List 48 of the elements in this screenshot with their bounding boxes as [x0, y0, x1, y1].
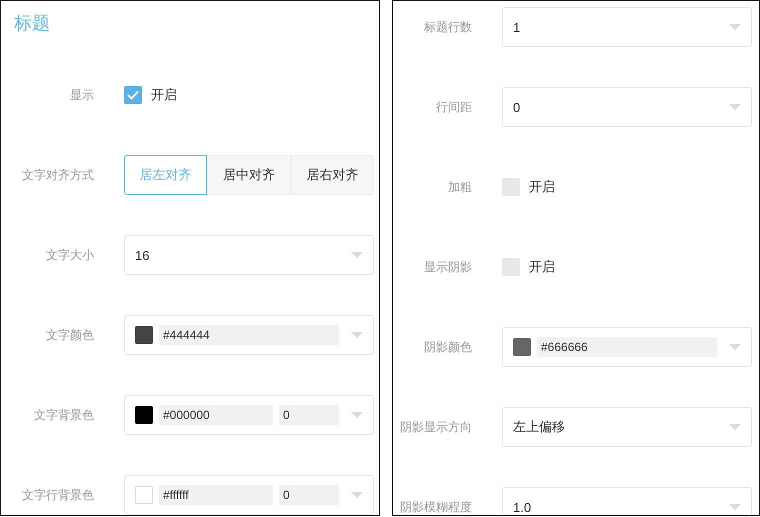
- hex-field[interactable]: #ffffff: [159, 485, 273, 505]
- caret-icon: [729, 424, 741, 430]
- color-picker[interactable]: #000000 0: [124, 395, 374, 435]
- caret-icon: [729, 504, 741, 510]
- field-label: 文字行背景色: [21, 486, 94, 504]
- checkbox[interactable]: [124, 86, 142, 104]
- color-picker[interactable]: #666666: [502, 327, 752, 367]
- caret-icon: [351, 492, 363, 498]
- opacity-field[interactable]: 0: [279, 405, 339, 425]
- caret-icon: [351, 252, 363, 258]
- field-label: 文字背景色: [33, 406, 94, 424]
- segment-option[interactable]: 居右对齐: [290, 155, 374, 195]
- hex-field[interactable]: #444444: [159, 325, 339, 345]
- dropdown[interactable]: 1.0: [502, 487, 752, 515]
- color-swatch[interactable]: [135, 486, 153, 504]
- field-label: 阴影显示方向: [399, 418, 472, 436]
- caret-icon: [729, 104, 741, 110]
- color-swatch[interactable]: [135, 326, 153, 344]
- caret-icon: [729, 24, 741, 30]
- segment-option[interactable]: 居中对齐: [207, 155, 291, 195]
- field-label: 行间距: [435, 98, 472, 116]
- caret-icon: [729, 344, 741, 350]
- dropdown[interactable]: 16: [124, 235, 374, 275]
- opacity-field[interactable]: 0: [279, 485, 339, 505]
- caret-icon: [351, 332, 363, 338]
- section-title: 标题: [13, 12, 51, 35]
- checkbox-label: 开启: [151, 86, 177, 104]
- dropdown[interactable]: 1: [502, 7, 752, 47]
- checkbox-label: 开启: [529, 258, 555, 276]
- field-label: 文字大小: [45, 246, 94, 264]
- color-picker[interactable]: #444444: [124, 315, 374, 355]
- hex-field[interactable]: #000000: [159, 405, 273, 425]
- field-label: 阴影颜色: [423, 338, 472, 356]
- field-label: 阴影模糊程度: [399, 498, 472, 515]
- field-label: 显示阴影: [423, 258, 472, 276]
- field-label: 显示: [69, 86, 94, 104]
- checkbox-label: 开启: [529, 178, 555, 196]
- field-label: 文字颜色: [45, 326, 94, 344]
- color-swatch[interactable]: [513, 338, 531, 356]
- color-swatch[interactable]: [135, 406, 153, 424]
- field-label: 标题行数: [423, 18, 472, 36]
- color-picker[interactable]: #ffffff 0: [124, 475, 374, 515]
- caret-icon: [351, 412, 363, 418]
- field-label: 文字对齐方式: [21, 166, 94, 184]
- dropdown[interactable]: 0: [502, 87, 752, 127]
- hex-field[interactable]: #666666: [537, 337, 717, 357]
- field-label: 加粗: [447, 178, 472, 196]
- dropdown[interactable]: 左上偏移: [502, 407, 752, 447]
